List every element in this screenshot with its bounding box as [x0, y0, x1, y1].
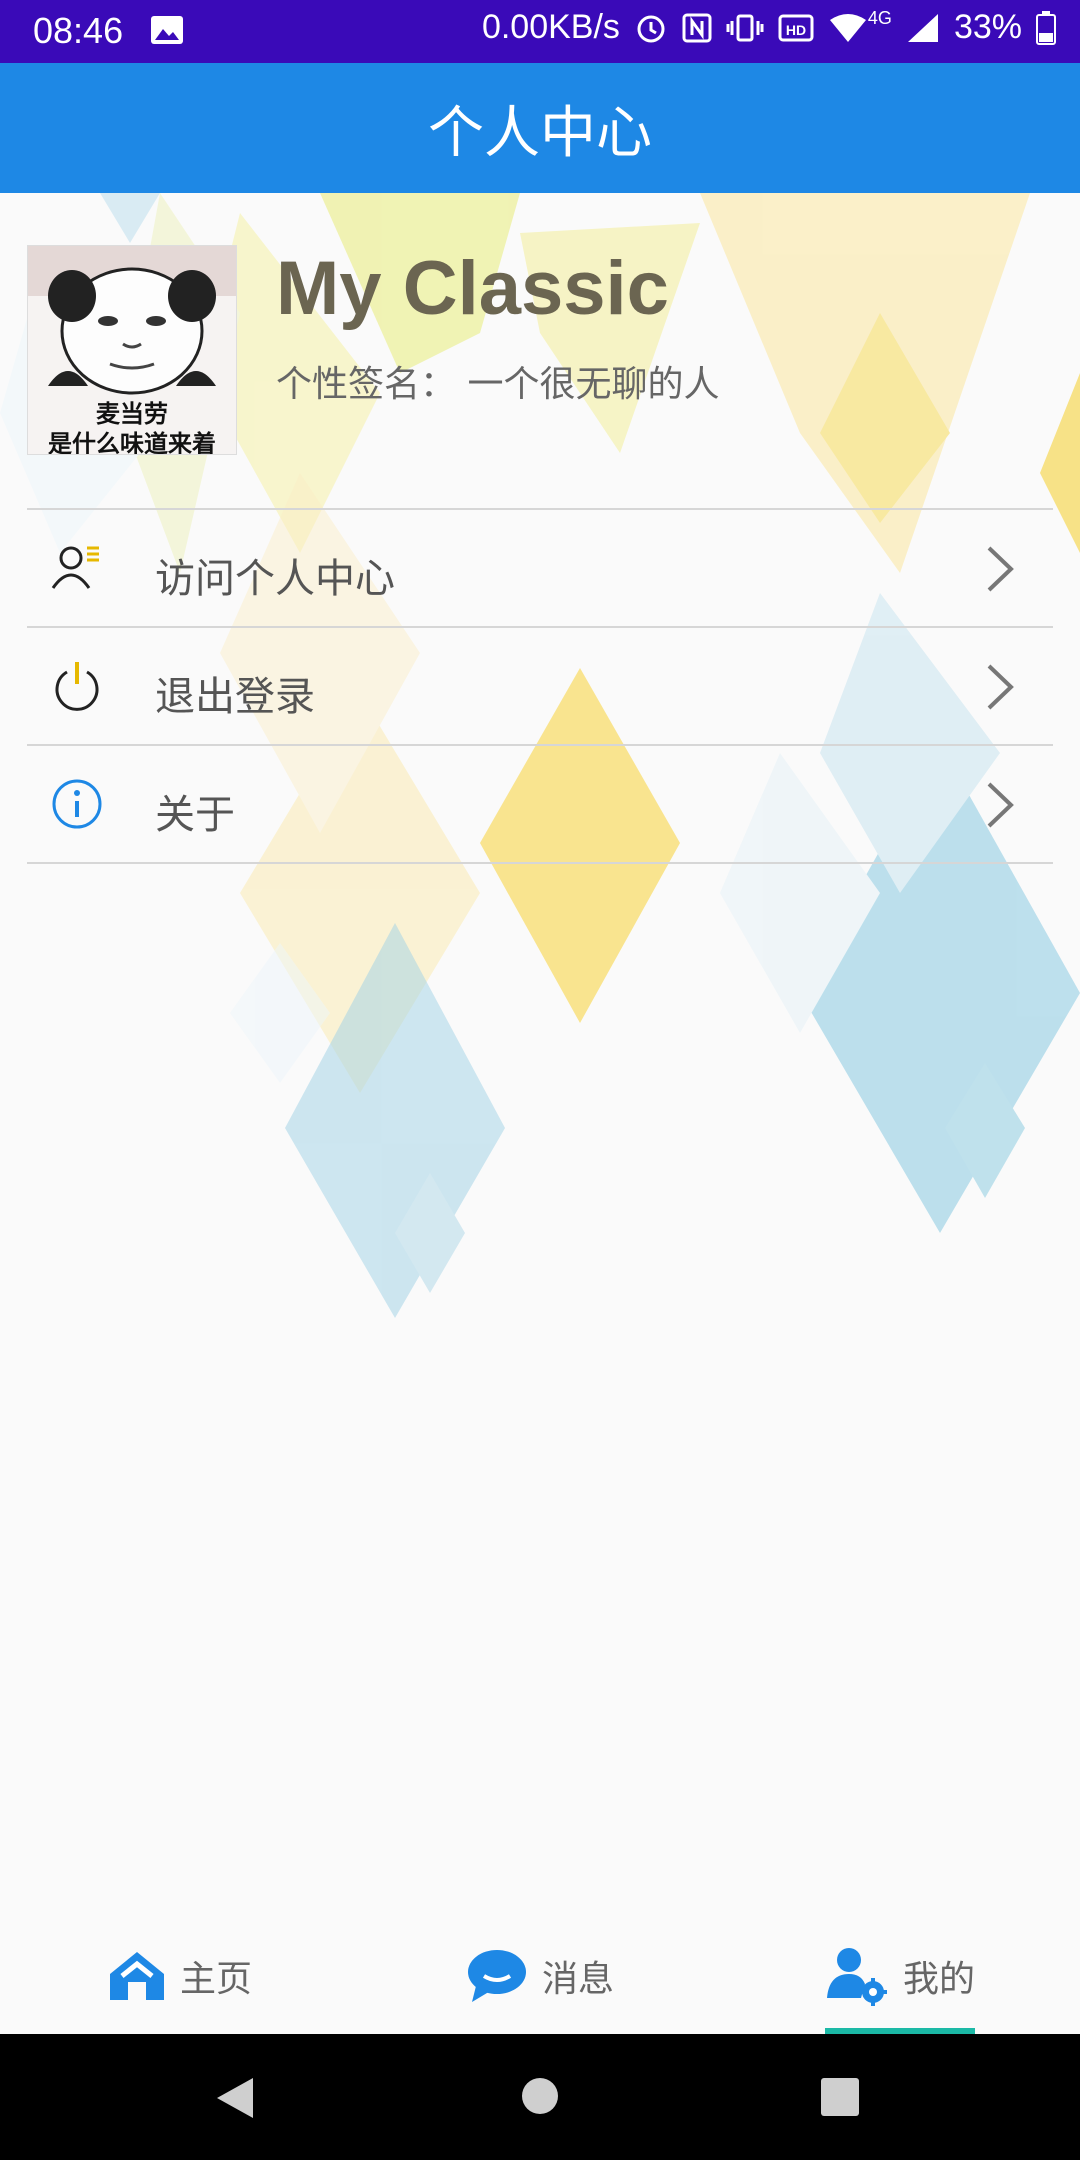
chevron-right-icon [987, 664, 1014, 710]
home-icon [110, 1952, 164, 2000]
avatar-caption-line2: 是什么味道来着 [48, 430, 216, 455]
info-icon [52, 779, 102, 829]
svg-text:HD: HD [786, 22, 806, 38]
user-settings-icon [827, 1948, 887, 2006]
menu-item-about[interactable]: 关于 [27, 746, 1053, 862]
divider [27, 862, 1053, 864]
profile-signature: 个性签名： 一个很无聊的人 [276, 364, 720, 405]
tab-label: 主页 [180, 1959, 253, 2000]
tab-label: 消息 [542, 1959, 615, 2000]
profile-name: My Classic [276, 246, 669, 331]
system-nav-bar [0, 2034, 1080, 2160]
app-bar: 个人中心 [0, 63, 1080, 193]
tab-messages[interactable]: 消息 [466, 1918, 614, 2034]
status-bar: 08:46 0.00KB/s HD 4G 33% [0, 0, 1080, 63]
menu-item-label: 关于 [155, 792, 235, 838]
menu-item-logout[interactable]: 退出登录 [27, 628, 1053, 744]
profile-header: 麦当劳 是什么味道来着 My Classic 个性签名： 一个很无聊的人 [27, 245, 1057, 465]
menu-item-label: 访问个人中心 [155, 556, 395, 602]
status-time: 08:46 [33, 10, 124, 51]
page-title: 个人中心 [428, 100, 652, 166]
hd-icon: HD [778, 14, 814, 41]
avatar[interactable]: 麦当劳 是什么味道来着 [27, 245, 237, 455]
recents-icon[interactable] [820, 2077, 860, 2117]
tab-mine[interactable]: 我的 [825, 1918, 975, 2034]
chevron-right-icon [987, 782, 1014, 828]
menu-item-visit-profile[interactable]: 访问个人中心 [27, 510, 1053, 626]
battery-percent: 33% [953, 8, 1022, 46]
nfc-icon [682, 13, 712, 42]
bottom-nav: 主页 消息 我的 [0, 1918, 1080, 2034]
chat-icon [468, 1950, 526, 2002]
chevron-right-icon [987, 546, 1014, 592]
net-speed: 0.00KB/s [481, 8, 620, 46]
back-icon[interactable] [215, 2076, 255, 2120]
tab-label: 我的 [903, 1959, 976, 2000]
vibrate-icon [726, 14, 764, 41]
wifi-icon [829, 13, 866, 42]
menu-list: 访问个人中心 退出登录 关于 [27, 508, 1053, 864]
home-circle-icon[interactable] [521, 2077, 559, 2115]
menu-item-label: 退出登录 [155, 674, 315, 720]
power-icon [55, 662, 99, 711]
signal-icon [907, 13, 938, 42]
user-list-icon [51, 546, 99, 589]
alarm-icon [637, 15, 665, 42]
tab-home[interactable]: 主页 [108, 1918, 252, 2034]
battery-icon [1036, 10, 1056, 45]
image-icon [151, 16, 183, 44]
network-type: 4G [867, 8, 892, 28]
